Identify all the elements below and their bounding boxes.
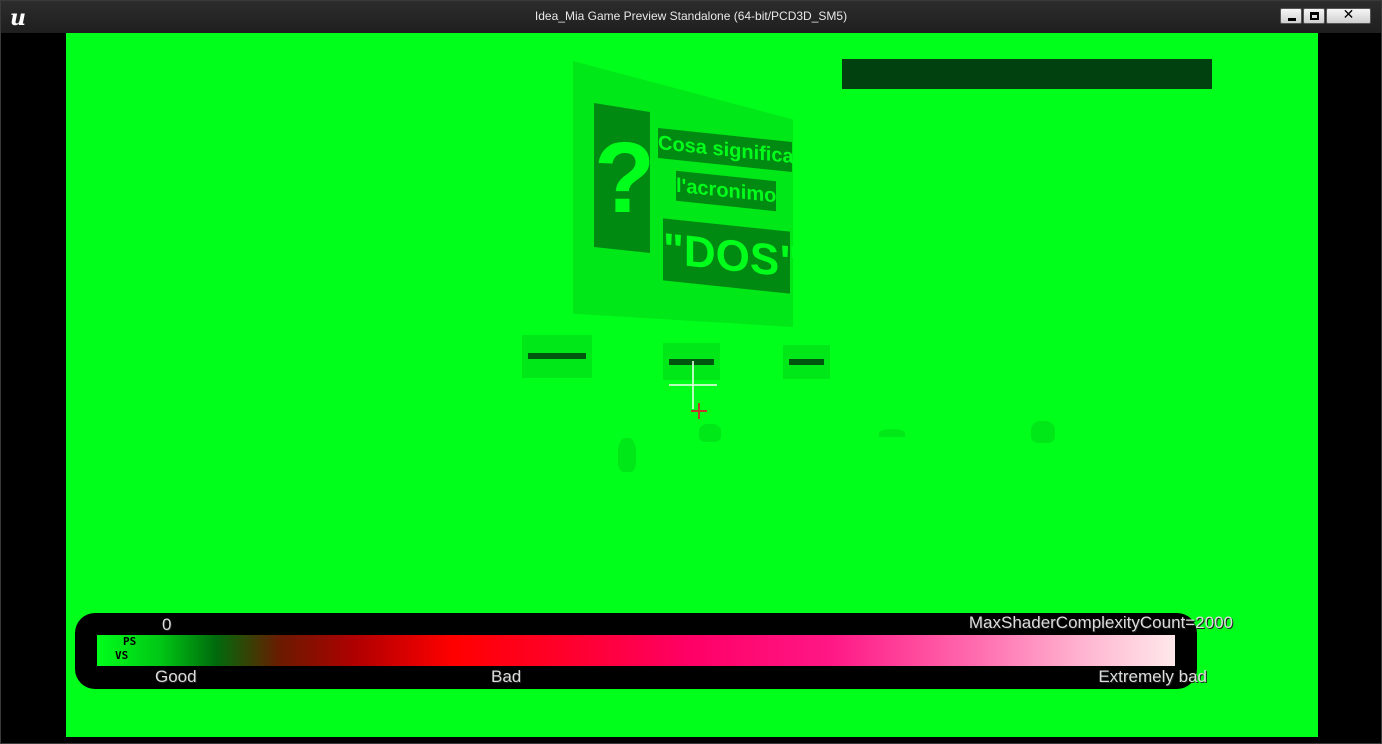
- ps-label: PS: [123, 635, 137, 648]
- restore-icon: [1310, 12, 1319, 20]
- legend-good-label: Good: [155, 667, 197, 686]
- shader-complexity-legend: 0 MaxShaderComplexityCount=2000 PS VS Go…: [75, 613, 1233, 689]
- close-button[interactable]: ✕: [1326, 7, 1371, 24]
- close-icon: ✕: [1342, 7, 1355, 23]
- legend-min-value: 0: [162, 615, 172, 634]
- legend-extremely-bad-label: Extremely bad: [1098, 667, 1207, 686]
- game-viewport[interactable]: ? Cosa significa l'acronimo "DOS" 0 MaxS…: [66, 33, 1318, 737]
- scene-object: [879, 429, 905, 437]
- title-bar[interactable]: u Idea_Mia Game Preview Standalone (64-b…: [1, 1, 1381, 33]
- legend-max-label: MaxShaderComplexityCount=2000: [968, 613, 1233, 632]
- window-controls: ✕: [1279, 7, 1371, 24]
- scene-object: [618, 438, 636, 472]
- answer-sign-right[interactable]: [783, 345, 830, 379]
- scene-object: [699, 424, 721, 442]
- minimize-button[interactable]: [1280, 8, 1302, 24]
- answer-sign-text: [789, 359, 824, 366]
- game-preview-window: u Idea_Mia Game Preview Standalone (64-b…: [0, 0, 1382, 744]
- scene-object: [1031, 421, 1055, 443]
- minimize-icon: [1288, 18, 1296, 21]
- vs-label: VS: [115, 649, 129, 662]
- shader-stage-labels: PS VS: [115, 635, 136, 663]
- question-mark-icon: ?: [594, 103, 650, 253]
- crosshair-icon: [669, 361, 717, 409]
- legend-bad-label: Bad: [491, 667, 522, 686]
- hud-top-bar: [842, 59, 1212, 89]
- complexity-gradient-bar: [97, 635, 1175, 666]
- aim-marker-icon: [691, 403, 707, 419]
- answer-sign-text: [528, 353, 586, 360]
- answer-sign-left[interactable]: [522, 335, 592, 378]
- billboard-line-3: "DOS": [663, 218, 800, 294]
- restore-button[interactable]: [1303, 8, 1325, 24]
- window-title: Idea_Mia Game Preview Standalone (64-bit…: [534, 9, 848, 23]
